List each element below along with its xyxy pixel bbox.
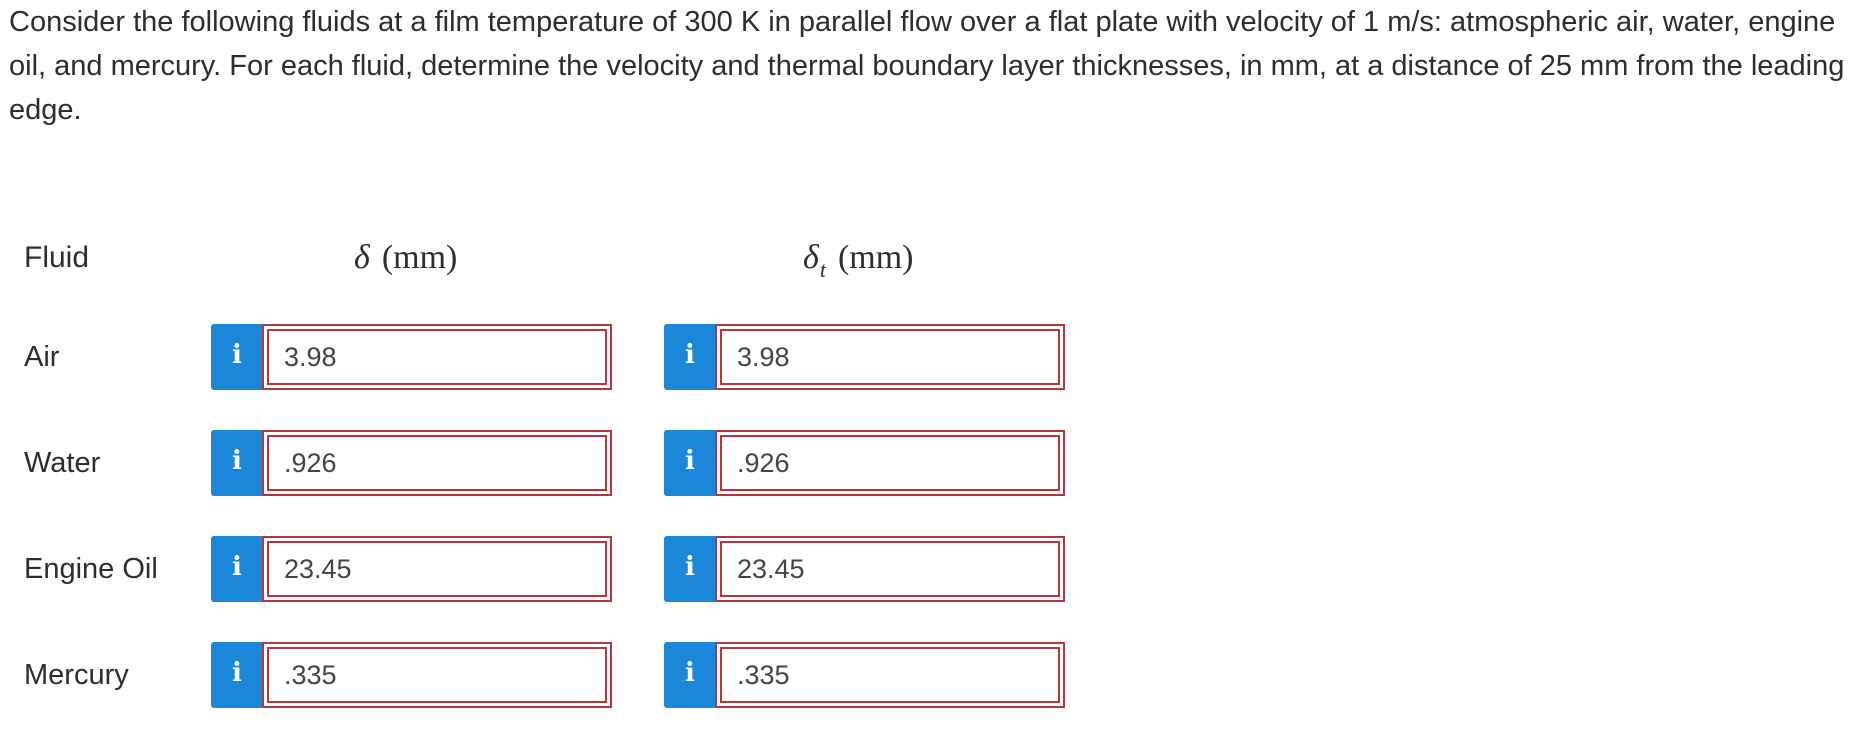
unit-label: (mm) [837, 239, 914, 276]
delta-t-input[interactable] [717, 432, 1063, 494]
unit-label: (mm) [381, 239, 458, 276]
delta-input[interactable] [264, 432, 610, 494]
delta-answer-field[interactable] [262, 430, 612, 496]
delta-input[interactable] [264, 538, 610, 600]
info-icon[interactable]: i [664, 536, 716, 602]
info-icon[interactable]: i [211, 324, 263, 390]
delta-answer-field[interactable] [262, 324, 612, 390]
fluid-label: Engine Oil [24, 553, 158, 585]
delta-t-answer-field[interactable] [715, 642, 1065, 708]
column-header-velocity-thickness: δ (mm) [354, 236, 457, 280]
info-icon[interactable]: i [211, 536, 263, 602]
table-row: Engine Oil i i [0, 536, 1100, 602]
info-icon[interactable]: i [211, 642, 263, 708]
fluid-label: Mercury [24, 659, 129, 691]
question-text: Consider the following fluids at a film … [9, 6, 1845, 126]
delta-t-input[interactable] [717, 326, 1063, 388]
info-icon[interactable]: i [211, 430, 263, 496]
delta-t-answer-field[interactable] [715, 324, 1065, 390]
delta-symbol: δ [354, 239, 370, 276]
column-header-fluid: Fluid [24, 241, 90, 274]
table-row: Air i i [0, 324, 1100, 390]
delta-answer-field[interactable] [262, 536, 612, 602]
delta-t-answer-field[interactable] [715, 536, 1065, 602]
table-row: Mercury i i [0, 642, 1100, 708]
delta-symbol: δ [803, 239, 819, 276]
fluid-label: Air [24, 341, 60, 373]
info-icon[interactable]: i [664, 642, 716, 708]
delta-subscript: t [819, 257, 826, 282]
delta-t-input[interactable] [717, 644, 1063, 706]
info-icon[interactable]: i [664, 324, 716, 390]
fluid-label: Water [24, 447, 101, 479]
table-row: Water i i [0, 430, 1100, 496]
delta-input[interactable] [264, 644, 610, 706]
info-icon[interactable]: i [664, 430, 716, 496]
delta-input[interactable] [264, 326, 610, 388]
column-header-thermal-thickness: δt (mm) [803, 236, 914, 282]
delta-t-input[interactable] [717, 538, 1063, 600]
delta-answer-field[interactable] [262, 642, 612, 708]
delta-t-answer-field[interactable] [715, 430, 1065, 496]
